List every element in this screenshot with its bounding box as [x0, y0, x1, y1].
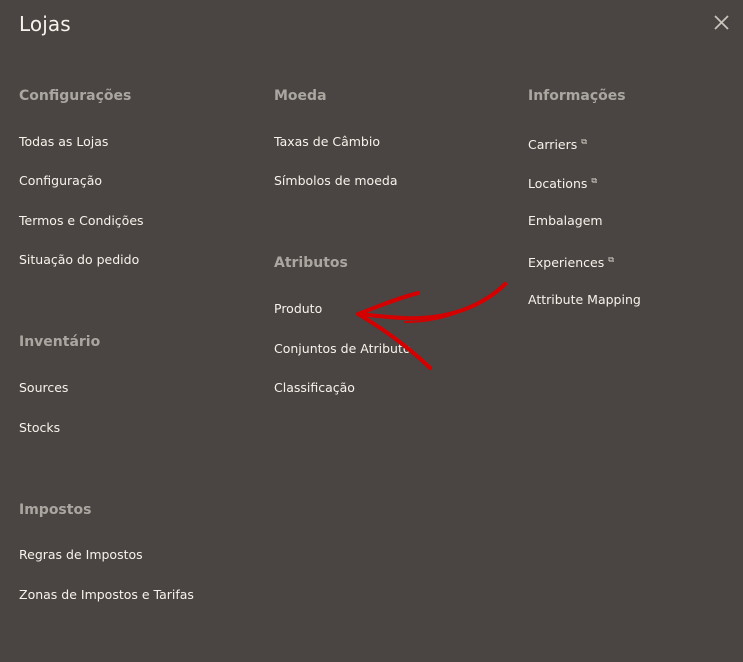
section-heading-inventario: Inventário — [19, 334, 101, 350]
menu-link-locations[interactable]: Locations ⧉ — [528, 172, 597, 193]
external-link-icon: ⧉ — [608, 255, 614, 264]
menu-link-stocks[interactable]: Stocks — [19, 419, 60, 437]
annotation-arrow-icon — [356, 282, 507, 370]
external-link-icon: ⧉ — [581, 137, 587, 146]
menu-link-label: Carriers — [528, 137, 578, 152]
section-heading-moeda: Moeda — [274, 88, 327, 104]
menu-link-taxas-de-cambio[interactable]: Taxas de Câmbio — [274, 133, 380, 151]
menu-link-sources[interactable]: Sources — [19, 379, 68, 397]
menu-link-carriers[interactable]: Carriers ⧉ — [528, 133, 587, 154]
menu-link-configuracao[interactable]: Configuração — [19, 172, 102, 190]
menu-link-classificacao[interactable]: Classificação — [274, 379, 355, 397]
close-button[interactable] — [710, 11, 732, 33]
menu-link-todas-as-lojas[interactable]: Todas as Lojas — [19, 133, 108, 151]
section-heading-informacoes: Informações — [528, 88, 626, 104]
menu-link-label: Locations — [528, 176, 588, 191]
page-title: Lojas — [19, 12, 71, 36]
section-heading-impostos: Impostos — [19, 502, 92, 518]
menu-link-situacao-do-pedido[interactable]: Situação do pedido — [19, 251, 139, 269]
menu-link-experiences[interactable]: Experiences ⧉ — [528, 251, 614, 272]
menu-link-regras-de-impostos[interactable]: Regras de Impostos — [19, 546, 143, 564]
menu-link-label: Experiences — [528, 255, 605, 270]
section-heading-configuracoes: Configurações — [19, 88, 132, 104]
menu-link-zonas-de-impostos-e-tarifas[interactable]: Zonas de Impostos e Tarifas — [19, 586, 194, 604]
menu-link-produto[interactable]: Produto — [274, 300, 322, 318]
menu-link-termos-e-condicoes[interactable]: Termos e Condições — [19, 212, 144, 230]
menu-link-embalagem[interactable]: Embalagem — [528, 212, 603, 230]
external-link-icon: ⧉ — [591, 176, 598, 185]
menu-link-simbolos-de-moeda[interactable]: Símbolos de moeda — [274, 172, 397, 190]
close-icon — [714, 15, 729, 30]
menu-link-attribute-mapping[interactable]: Attribute Mapping — [528, 291, 641, 309]
section-heading-atributos: Atributos — [274, 255, 348, 271]
